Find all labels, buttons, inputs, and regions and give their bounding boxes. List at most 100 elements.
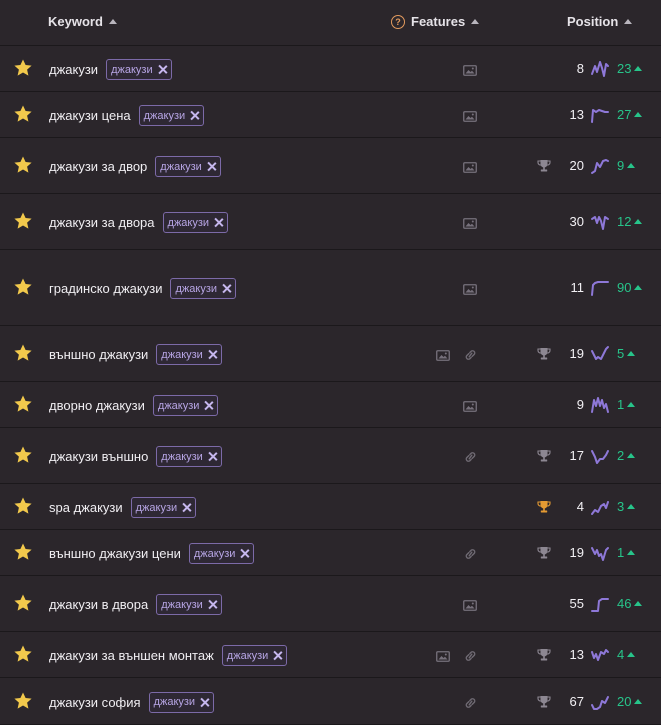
- keyword-tag[interactable]: джакузи: [162, 212, 229, 233]
- sparkline-icon[interactable]: [590, 106, 610, 124]
- keyword-text[interactable]: външно джакузи цени: [49, 546, 181, 561]
- keyword-tag[interactable]: джакузи: [156, 594, 222, 615]
- keyword-text[interactable]: градинско джакузи: [49, 281, 162, 296]
- remove-tag-icon[interactable]: [222, 284, 231, 293]
- position-change: 9: [617, 158, 636, 173]
- keyword-tag[interactable]: джакузи: [106, 59, 172, 80]
- change-value: 12: [617, 214, 632, 229]
- trophy-icon: [537, 546, 551, 560]
- change-value: 3: [617, 499, 625, 514]
- star-icon[interactable]: [13, 104, 33, 124]
- table-row[interactable]: джакузи в двора джакузи 55 46: [0, 576, 661, 632]
- image-feature-icon: [463, 282, 477, 295]
- remove-tag-icon[interactable]: [208, 452, 217, 461]
- keyword-text[interactable]: дворно джакузи: [49, 398, 145, 413]
- table-row[interactable]: spa джакузи джакузи 4 3: [0, 484, 661, 530]
- sparkline-icon[interactable]: [590, 595, 610, 613]
- sparkline-icon[interactable]: [590, 279, 610, 297]
- star-icon[interactable]: [13, 211, 33, 231]
- sparkline-icon[interactable]: [590, 345, 610, 363]
- star-icon[interactable]: [13, 277, 33, 297]
- remove-tag-icon[interactable]: [214, 218, 223, 227]
- table-row[interactable]: джакузи външно джакузи 17 2: [0, 428, 661, 484]
- arrow-up-icon: [627, 652, 636, 657]
- keyword-cell: джакузи софия джакузи: [49, 691, 215, 713]
- help-icon[interactable]: ?: [391, 14, 405, 29]
- keyword-text[interactable]: джакузи: [49, 62, 98, 77]
- star-icon[interactable]: [13, 445, 33, 465]
- features-column-header[interactable]: ? Features: [391, 14, 480, 29]
- keyword-cell: джакузи за двора джакузи: [49, 212, 229, 233]
- remove-tag-icon[interactable]: [207, 162, 216, 171]
- keyword-text[interactable]: джакузи цена: [49, 108, 131, 123]
- keyword-text[interactable]: джакузи за двора: [49, 215, 155, 230]
- table-row[interactable]: дворно джакузи джакузи 9 1: [0, 382, 661, 428]
- remove-tag-icon[interactable]: [273, 651, 282, 660]
- star-icon[interactable]: [13, 155, 33, 175]
- sparkline-icon[interactable]: [590, 213, 610, 231]
- position-header-label: Position: [567, 14, 619, 29]
- keyword-text[interactable]: джакузи за външен монтаж: [49, 648, 214, 663]
- table-row[interactable]: градинско джакузи джакузи 11 90: [0, 250, 661, 326]
- keyword-tag[interactable]: джакузи: [170, 278, 237, 299]
- keyword-text[interactable]: джакузи софия: [49, 695, 141, 710]
- position-change: 90: [617, 280, 643, 295]
- sparkline-icon[interactable]: [590, 693, 610, 711]
- sort-asc-icon[interactable]: [471, 19, 480, 24]
- star-icon[interactable]: [13, 343, 33, 363]
- remove-tag-icon[interactable]: [158, 65, 167, 74]
- tag-label: джакузи: [226, 649, 269, 662]
- table-row[interactable]: джакузи цена джакузи 13 27: [0, 92, 661, 138]
- star-icon[interactable]: [13, 542, 33, 562]
- star-icon[interactable]: [13, 496, 33, 516]
- arrow-up-icon: [627, 453, 636, 458]
- keyword-text[interactable]: джакузи в двора: [49, 597, 148, 612]
- keyword-text[interactable]: външно джакузи: [49, 347, 148, 362]
- keyword-tag[interactable]: джакузи: [221, 645, 288, 666]
- sparkline-icon[interactable]: [590, 60, 610, 78]
- keyword-text[interactable]: spa джакузи: [49, 500, 123, 515]
- keyword-tag[interactable]: джакузи: [148, 691, 215, 713]
- sort-asc-icon[interactable]: [108, 19, 117, 24]
- keyword-tag[interactable]: джакузи: [138, 105, 205, 126]
- star-icon[interactable]: [13, 58, 33, 78]
- keyword-text[interactable]: джакузи за двор: [49, 159, 147, 174]
- remove-tag-icon[interactable]: [208, 600, 217, 609]
- star-icon[interactable]: [13, 394, 33, 414]
- sparkline-icon[interactable]: [590, 447, 610, 465]
- keyword-tag[interactable]: джакузи: [155, 156, 221, 177]
- image-feature-icon: [463, 63, 477, 76]
- keyword-tag[interactable]: джакузи: [156, 446, 222, 467]
- table-row[interactable]: джакузи за външен монтаж джакузи 13 4: [0, 632, 661, 678]
- sparkline-icon[interactable]: [590, 396, 610, 414]
- remove-tag-icon[interactable]: [190, 111, 199, 120]
- image-feature-icon: [463, 399, 477, 412]
- remove-tag-icon[interactable]: [182, 503, 191, 512]
- remove-tag-icon[interactable]: [204, 401, 213, 410]
- keyword-tag[interactable]: джакузи: [130, 497, 197, 518]
- keyword-text[interactable]: джакузи външно: [49, 449, 148, 464]
- star-icon[interactable]: [13, 644, 33, 664]
- sort-asc-icon[interactable]: [624, 19, 633, 24]
- sparkline-icon[interactable]: [590, 646, 610, 664]
- remove-tag-icon[interactable]: [200, 698, 209, 707]
- remove-tag-icon[interactable]: [240, 549, 249, 558]
- position-column-header[interactable]: Position: [567, 14, 633, 29]
- sparkline-icon[interactable]: [590, 157, 610, 175]
- table-row[interactable]: външно джакузи джакузи 19 5: [0, 326, 661, 382]
- table-row[interactable]: външно джакузи цени джакузи 19 1: [0, 530, 661, 576]
- table-row[interactable]: джакузи софия джакузи 67 20: [0, 678, 661, 725]
- star-icon[interactable]: [13, 691, 33, 711]
- keyword-tag[interactable]: джакузи: [156, 344, 222, 365]
- star-icon[interactable]: [13, 593, 33, 613]
- keyword-column-header[interactable]: Keyword: [48, 14, 117, 29]
- sparkline-icon[interactable]: [590, 544, 610, 562]
- tag-label: джакузи: [157, 399, 200, 412]
- sparkline-icon[interactable]: [590, 498, 610, 516]
- table-row[interactable]: джакузи джакузи 8 23: [0, 46, 661, 92]
- keyword-tag[interactable]: джакузи: [188, 543, 255, 564]
- table-row[interactable]: джакузи за двор джакузи 20 9: [0, 138, 661, 194]
- remove-tag-icon[interactable]: [208, 350, 217, 359]
- table-row[interactable]: джакузи за двора джакузи 30 12: [0, 194, 661, 250]
- keyword-tag[interactable]: джакузи: [152, 395, 219, 416]
